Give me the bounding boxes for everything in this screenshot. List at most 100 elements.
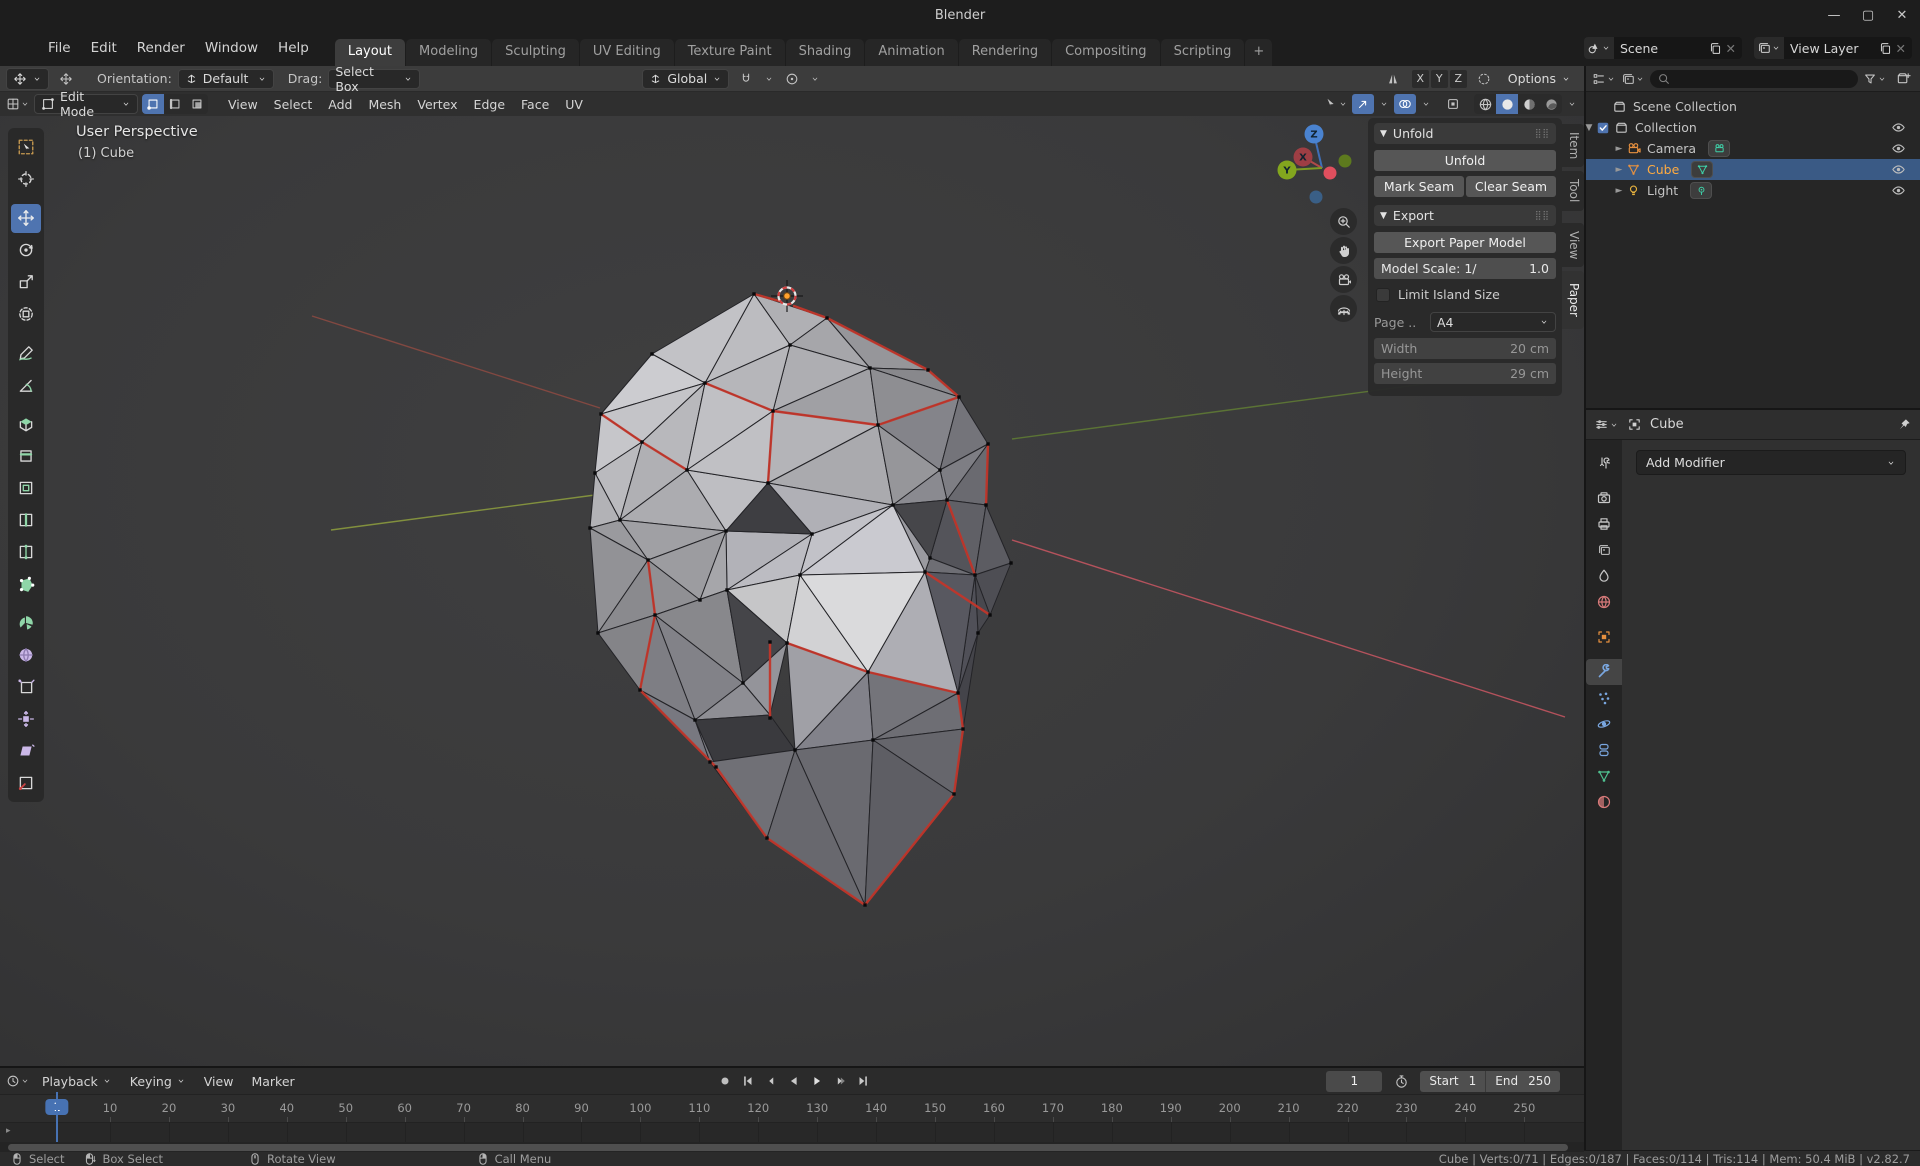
viewport-menu-add[interactable]: Add [320,94,360,115]
properties-tab-material[interactable] [1586,789,1622,815]
use-preview-range-icon[interactable] [1390,1071,1412,1091]
tool-poly-build[interactable] [11,570,41,599]
outliner-row-cube[interactable]: ►Cube [1586,159,1920,180]
jump-to-end-button[interactable] [852,1070,873,1091]
tool-edge-slide[interactable] [11,673,41,702]
face-select-mode-icon[interactable] [186,94,208,114]
expand-icon[interactable]: ► [1612,165,1626,175]
timeline-menu-view[interactable]: View [196,1071,242,1092]
show-overlays-icon[interactable] [1394,94,1416,114]
page-width-field[interactable]: Width20 cm [1374,338,1556,359]
add-modifier-dropdown[interactable]: Add Modifier [1636,450,1906,475]
play-reverse-button[interactable] [783,1070,804,1091]
remove-view-layer-icon[interactable]: ✕ [1896,41,1906,56]
outliner-row-scene-collection[interactable]: Scene Collection [1586,96,1920,117]
tool-add-cube[interactable] [11,410,41,439]
overlays-settings-chevron-icon[interactable] [1420,94,1432,114]
tool-spin[interactable] [11,609,41,638]
properties-tab-modifiers[interactable] [1586,659,1622,685]
workspace-tab-shading[interactable]: Shading [786,39,865,66]
outliner-row-light[interactable]: ►Light [1586,180,1920,201]
viewport-menu-select[interactable]: Select [266,94,321,115]
workspace-tab-compositing[interactable]: Compositing [1052,39,1160,66]
panel-grip-icon[interactable]: ⣿⣿ [1535,211,1550,221]
tool-annotate[interactable] [11,339,41,368]
workspace-tab-modeling[interactable]: Modeling [406,39,491,66]
viewport-menu-face[interactable]: Face [513,94,557,115]
proportional-falloff-chevron-icon[interactable] [809,69,821,89]
timeline-menu-marker[interactable]: Marker [243,1071,302,1092]
tool-measure[interactable] [11,371,41,400]
show-object-types-icon[interactable] [1324,94,1348,114]
tool-shear[interactable] [11,737,41,766]
page-height-field[interactable]: Height29 cm [1374,363,1556,384]
timeline-menu-keying[interactable]: Keying [122,1071,194,1092]
rendered-shading-icon[interactable] [1540,94,1562,114]
timeline-menu-playback[interactable]: Playback [34,1071,120,1092]
view-layer-type-icon[interactable] [1754,37,1784,59]
clear-seam-button[interactable]: Clear Seam [1466,176,1556,197]
hide-in-viewport-icon[interactable] [1891,162,1906,177]
3d-viewport[interactable]: User Perspective (1) Cube ZXY ▼Unfold⣿⣿ … [0,116,1584,1066]
new-scene-icon[interactable] [1709,42,1722,55]
workspace-tab-sculpting[interactable]: Sculpting [492,39,579,66]
export-paper-model-button[interactable]: Export Paper Model [1374,232,1556,253]
expand-icon[interactable]: ► [1612,186,1626,196]
outliner-row-collection[interactable]: ▼Collection [1586,117,1920,138]
navigation-gizmo[interactable]: ZXY [1270,118,1360,218]
unfold-section-header[interactable]: ▼Unfold⣿⣿ [1374,123,1556,144]
channels-expand-icon[interactable]: ▸ [6,1126,11,1136]
blender-logo-icon[interactable] [8,36,32,60]
material-shading-icon[interactable] [1518,94,1540,114]
jump-to-start-button[interactable] [737,1070,758,1091]
tool-smooth[interactable] [11,641,41,670]
previous-keyframe-button[interactable] [760,1070,781,1091]
workspace-tab-texture-paint[interactable]: Texture Paint [675,39,785,66]
viewport-menu-view[interactable]: View [220,94,266,115]
hide-in-viewport-icon[interactable] [1891,183,1906,198]
outliner-item-label[interactable]: Collection [1635,120,1697,135]
workspace-tab-animation[interactable]: Animation [865,39,957,66]
tool-move[interactable] [11,204,41,233]
next-keyframe-button[interactable] [829,1070,850,1091]
limit-island-size-checkbox[interactable] [1376,288,1390,302]
edge-select-mode-icon[interactable] [164,94,186,114]
timeline-channels[interactable]: ▸ [0,1122,1584,1142]
workspace-tab-scripting[interactable]: Scripting [1161,39,1245,66]
outliner-editor-type-button[interactable] [1592,69,1616,89]
tool-shrink-fatten[interactable] [11,705,41,734]
add-workspace-button[interactable]: + [1245,39,1272,66]
page-size-dropdown[interactable]: A4 [1430,312,1556,332]
menu-render[interactable]: Render [127,36,195,60]
scene-type-icon[interactable] [1584,37,1614,59]
scene-name[interactable]: Scene [1620,41,1705,56]
tool-select-box[interactable] [11,133,41,162]
properties-tab-constraints[interactable] [1586,737,1622,763]
minimize-icon[interactable]: — [1826,8,1842,23]
expand-icon[interactable]: ► [1612,144,1626,154]
menu-edit[interactable]: Edit [81,36,127,60]
collection-checkbox[interactable] [1596,121,1610,135]
properties-tab-render[interactable] [1586,485,1622,511]
properties-editor-type-button[interactable] [1594,415,1619,435]
properties-tab-object-data[interactable] [1586,763,1622,789]
mark-seam-button[interactable]: Mark Seam [1374,176,1464,197]
options-dropdown[interactable]: Options [1501,69,1578,89]
outliner-row-camera[interactable]: ►Camera [1586,138,1920,159]
sidebar-tab-view[interactable]: View [1562,223,1584,267]
viewport-menu-uv[interactable]: UV [557,94,591,115]
unfold-button[interactable]: Unfold [1374,150,1556,171]
proportional-editing-icon[interactable] [781,69,803,89]
view-layer-name[interactable]: View Layer [1790,41,1875,56]
solid-shading-icon[interactable] [1496,94,1518,114]
mirror-y-toggle[interactable]: Y [1431,70,1448,88]
transform-orientation-dropdown[interactable]: Global [642,69,729,89]
active-tool-button[interactable] [6,68,49,90]
properties-tab-object[interactable] [1586,624,1622,650]
tool-rip-region[interactable] [11,769,41,798]
tool-cursor[interactable] [11,165,41,194]
tool-loop-cut[interactable] [11,538,41,567]
viewport-menu-vertex[interactable]: Vertex [409,94,465,115]
outliner-filter-icon[interactable] [1863,69,1887,89]
hide-in-viewport-icon[interactable] [1891,141,1906,156]
